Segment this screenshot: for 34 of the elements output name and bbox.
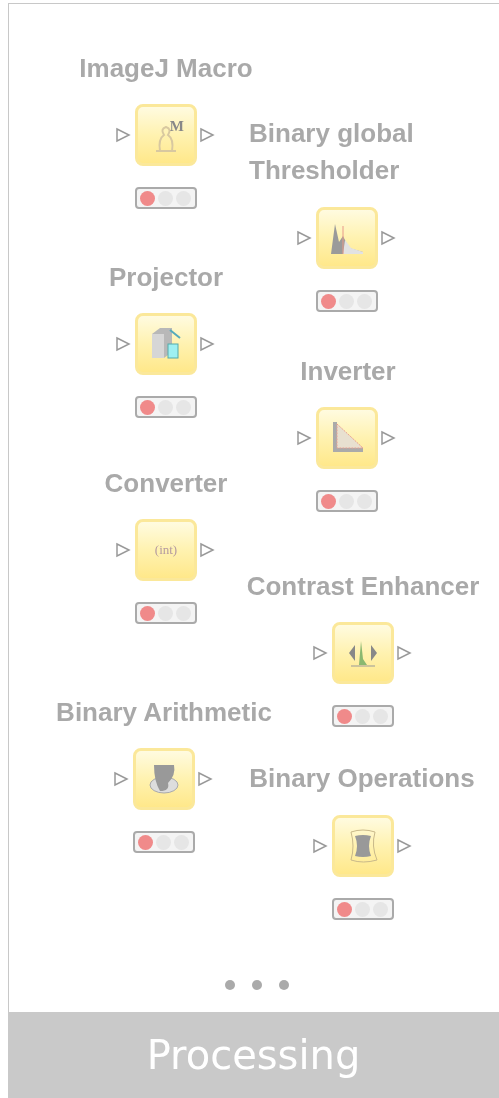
node-box[interactable]: M xyxy=(135,104,197,166)
node-box[interactable] xyxy=(316,407,378,469)
converter-icon: (int) xyxy=(154,540,178,560)
node-box[interactable] xyxy=(332,815,394,877)
input-port-icon[interactable] xyxy=(296,230,312,246)
node-label: Inverter xyxy=(300,355,396,388)
output-port-icon[interactable] xyxy=(380,430,396,446)
output-port-icon[interactable] xyxy=(199,542,215,558)
input-port-icon[interactable] xyxy=(312,645,328,661)
output-port-icon[interactable] xyxy=(199,336,215,352)
node-label: ImageJ Macro xyxy=(79,52,253,85)
node-label: Binary global Thresholder xyxy=(249,117,414,187)
node-label: Binary Operations xyxy=(249,762,475,795)
node-box[interactable] xyxy=(332,622,394,684)
output-port-icon[interactable] xyxy=(396,645,412,661)
ellipsis-icon xyxy=(224,979,290,991)
input-port-icon[interactable] xyxy=(296,430,312,446)
node-label: Binary Arithmetic xyxy=(56,696,272,729)
node-label: Converter xyxy=(104,467,228,500)
node-box[interactable] xyxy=(316,207,378,269)
node-box[interactable] xyxy=(135,313,197,375)
output-port-icon[interactable] xyxy=(380,230,396,246)
output-port-icon[interactable] xyxy=(199,127,215,143)
node-box[interactable] xyxy=(133,748,195,810)
input-port-icon[interactable] xyxy=(312,838,328,854)
output-port-icon[interactable] xyxy=(396,838,412,854)
input-port-icon[interactable] xyxy=(113,771,129,787)
input-port-icon[interactable] xyxy=(115,336,131,352)
node-label: Contrast Enhancer xyxy=(246,570,480,603)
input-port-icon[interactable] xyxy=(115,542,131,558)
node-label: Projector xyxy=(108,261,224,294)
node-box[interactable]: (int) xyxy=(135,519,197,581)
input-port-icon[interactable] xyxy=(115,127,131,143)
output-port-icon[interactable] xyxy=(197,771,213,787)
